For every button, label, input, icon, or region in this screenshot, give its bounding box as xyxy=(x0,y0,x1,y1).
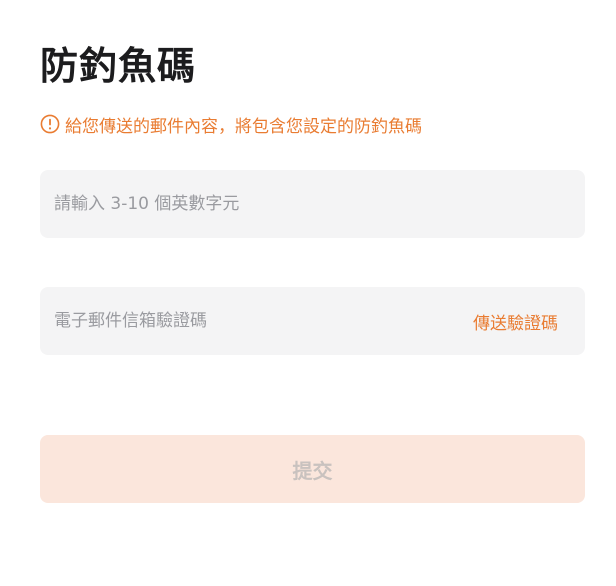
email-verification-code-input[interactable] xyxy=(40,287,473,355)
send-verification-code-button[interactable]: 傳送驗證碼 xyxy=(473,309,585,334)
anti-phishing-code-field xyxy=(40,170,585,238)
email-verification-field: 傳送驗證碼 xyxy=(40,287,585,355)
submit-button[interactable]: 提交 xyxy=(40,435,585,503)
hint-text: 給您傳送的郵件內容，將包含您設定的防釣魚碼 xyxy=(65,116,422,137)
anti-phishing-code-input[interactable] xyxy=(40,170,585,238)
warning-circle-icon xyxy=(40,114,60,134)
page-title: 防釣魚碼 xyxy=(40,44,197,88)
hint-message: 給您傳送的郵件內容，將包含您設定的防釣魚碼 xyxy=(40,110,422,138)
